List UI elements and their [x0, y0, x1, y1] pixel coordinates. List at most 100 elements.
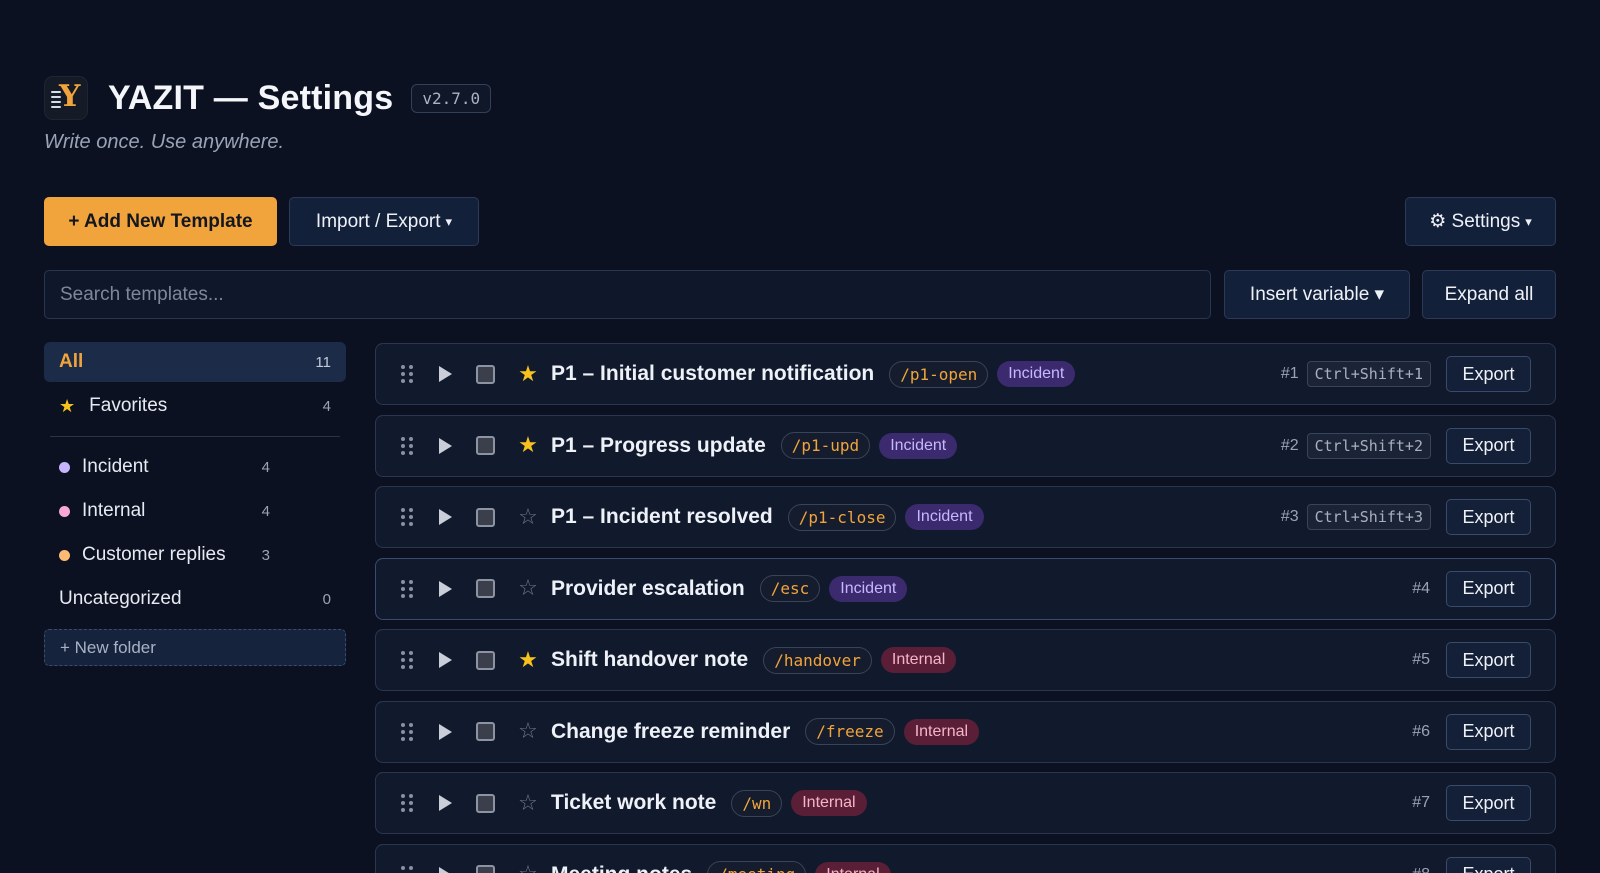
drag-handle-icon[interactable]: [401, 651, 415, 669]
sidebar-item-label: Incident: [82, 456, 149, 477]
template-row[interactable]: ☆ Meeting notes /meeting Internal #8 Exp…: [375, 843, 1556, 873]
export-button[interactable]: Export: [1446, 570, 1531, 607]
export-label: Export: [1462, 506, 1515, 527]
select-checkbox[interactable]: [476, 436, 495, 455]
shortcut-badge: /esc: [759, 575, 821, 602]
favorite-star-icon[interactable]: ★: [517, 362, 539, 387]
template-title: Meeting notes: [551, 863, 692, 873]
folder-tag: Internal: [815, 861, 891, 873]
expand-arrow-icon[interactable]: [439, 795, 452, 811]
export-button[interactable]: Export: [1446, 785, 1531, 821]
drag-handle-icon[interactable]: [401, 365, 415, 383]
template-title: Shift handover note: [551, 648, 749, 671]
export-button[interactable]: Export: [1446, 356, 1531, 392]
favorite-star-icon[interactable]: ☆: [517, 791, 539, 816]
template-row[interactable]: ★ P1 – Initial customer notification /p1…: [375, 343, 1556, 405]
sidebar-item-count: 11: [315, 353, 331, 371]
folder-color-dot: [59, 505, 70, 517]
export-label: Export: [1462, 435, 1515, 455]
template-row[interactable]: ★ P1 – Progress update /p1-upd Incident …: [375, 414, 1556, 477]
expand-arrow-icon[interactable]: [439, 437, 452, 454]
folder-tag: Internal: [791, 790, 867, 816]
sidebar-item-customer-replies[interactable]: Customer replies 3: [44, 535, 346, 575]
template-row[interactable]: ★ Shift handover note /handover Internal…: [375, 629, 1556, 691]
expand-arrow-icon[interactable]: [439, 509, 452, 525]
sidebar-item-internal[interactable]: Internal 4: [44, 491, 346, 531]
shortcut-badge: /p1-open: [889, 360, 989, 388]
template-row[interactable]: ☆ P1 – Incident resolved /p1-close Incid…: [375, 486, 1556, 548]
select-checkbox[interactable]: [476, 507, 495, 527]
sidebar-item-label: All: [59, 351, 84, 372]
expand-arrow-icon[interactable]: [439, 366, 452, 382]
favorite-star-icon[interactable]: ☆: [517, 505, 539, 530]
template-row[interactable]: ☆ Provider escalation /esc Incident #4 E…: [375, 557, 1556, 620]
select-checkbox[interactable]: [476, 364, 495, 384]
export-button[interactable]: Export: [1446, 499, 1531, 535]
sidebar-item-all[interactable]: All 11: [44, 342, 346, 382]
version-badge: v2.7.0: [411, 83, 492, 113]
favorite-star-icon[interactable]: ☆: [517, 862, 539, 873]
expand-arrow-icon[interactable]: [439, 723, 452, 740]
select-checkbox[interactable]: [476, 650, 495, 670]
drag-handle-icon[interactable]: [401, 508, 415, 526]
export-label: Export: [1462, 864, 1514, 873]
expand-arrow-icon[interactable]: [439, 866, 452, 873]
template-title: P1 – Initial customer notification: [551, 362, 875, 385]
template-title: P1 – Progress update: [551, 433, 766, 457]
search-input[interactable]: [44, 270, 1211, 319]
row-actions: #1 Ctrl+Shift+1 Export: [1281, 356, 1531, 392]
settings-button[interactable]: ⚙ Settings ▾: [1405, 197, 1556, 246]
export-button[interactable]: Export: [1446, 856, 1531, 873]
sidebar-item-count: 3: [261, 546, 270, 564]
drag-handle-icon[interactable]: [401, 579, 415, 598]
sidebar-item-favorites[interactable]: ★ Favorites 4: [44, 386, 346, 426]
export-label: Export: [1462, 578, 1515, 598]
select-checkbox[interactable]: [476, 793, 495, 813]
template-index: #3: [1280, 508, 1299, 525]
sidebar-item-label: Customer replies: [82, 544, 226, 565]
favorite-star-icon[interactable]: ★: [517, 433, 539, 458]
hotkey-badge: Ctrl+Shift+1: [1306, 361, 1431, 387]
template-title: Provider escalation: [551, 576, 745, 600]
template-index: #4: [1412, 579, 1430, 597]
export-button[interactable]: Export: [1446, 427, 1531, 464]
insert-variable-button[interactable]: Insert variable ▾: [1224, 270, 1410, 319]
row-actions: #6 Export: [1412, 713, 1531, 750]
expand-arrow-icon[interactable]: [439, 652, 452, 668]
export-label: Export: [1462, 792, 1515, 813]
select-checkbox[interactable]: [476, 579, 495, 598]
shortcut-badge: /p1-close: [787, 503, 897, 531]
folder-tag: Incident: [905, 504, 984, 530]
template-row[interactable]: ☆ Change freeze reminder /freeze Interna…: [375, 700, 1556, 763]
drag-handle-icon[interactable]: [401, 722, 415, 741]
add-template-button[interactable]: + Add New Template: [44, 197, 277, 246]
sidebar-divider: [50, 436, 340, 437]
export-button[interactable]: Export: [1446, 642, 1531, 678]
sidebar-item-incident[interactable]: Incident 4: [44, 447, 346, 487]
select-checkbox[interactable]: [476, 722, 495, 741]
favorite-star-icon[interactable]: ★: [517, 648, 539, 673]
drag-handle-icon[interactable]: [401, 865, 415, 873]
export-label: Export: [1462, 649, 1515, 670]
template-index: #7: [1412, 794, 1430, 811]
template-row[interactable]: ☆ Ticket work note /wn Internal #7 Expor…: [375, 772, 1556, 834]
drag-handle-icon[interactable]: [401, 436, 415, 455]
shortcut-badge: /meeting: [707, 861, 807, 873]
folder-sidebar: All 11 ★ Favorites 4 Incident 4 Internal…: [44, 342, 346, 666]
expand-arrow-icon[interactable]: [439, 580, 452, 597]
yazit-logo-icon: Y: [44, 76, 88, 120]
star-icon: ★: [59, 395, 76, 416]
shortcut-badge: /wn: [731, 789, 783, 817]
export-button[interactable]: Export: [1446, 713, 1531, 750]
drag-handle-icon[interactable]: [401, 794, 415, 812]
favorite-star-icon[interactable]: ☆: [517, 576, 539, 601]
tagline: Write once. Use anywhere.: [44, 131, 285, 153]
sidebar-item-uncategorized[interactable]: Uncategorized 0: [44, 579, 346, 619]
favorite-star-icon[interactable]: ☆: [517, 719, 539, 744]
insert-variable-label: Insert variable ▾: [1249, 284, 1385, 305]
select-checkbox[interactable]: [476, 865, 495, 873]
expand-all-button[interactable]: Expand all: [1422, 270, 1556, 319]
import-export-button[interactable]: Import / Export ▾: [289, 197, 479, 246]
new-folder-button[interactable]: + New folder: [44, 629, 346, 666]
shortcut-badge: /freeze: [805, 718, 895, 745]
